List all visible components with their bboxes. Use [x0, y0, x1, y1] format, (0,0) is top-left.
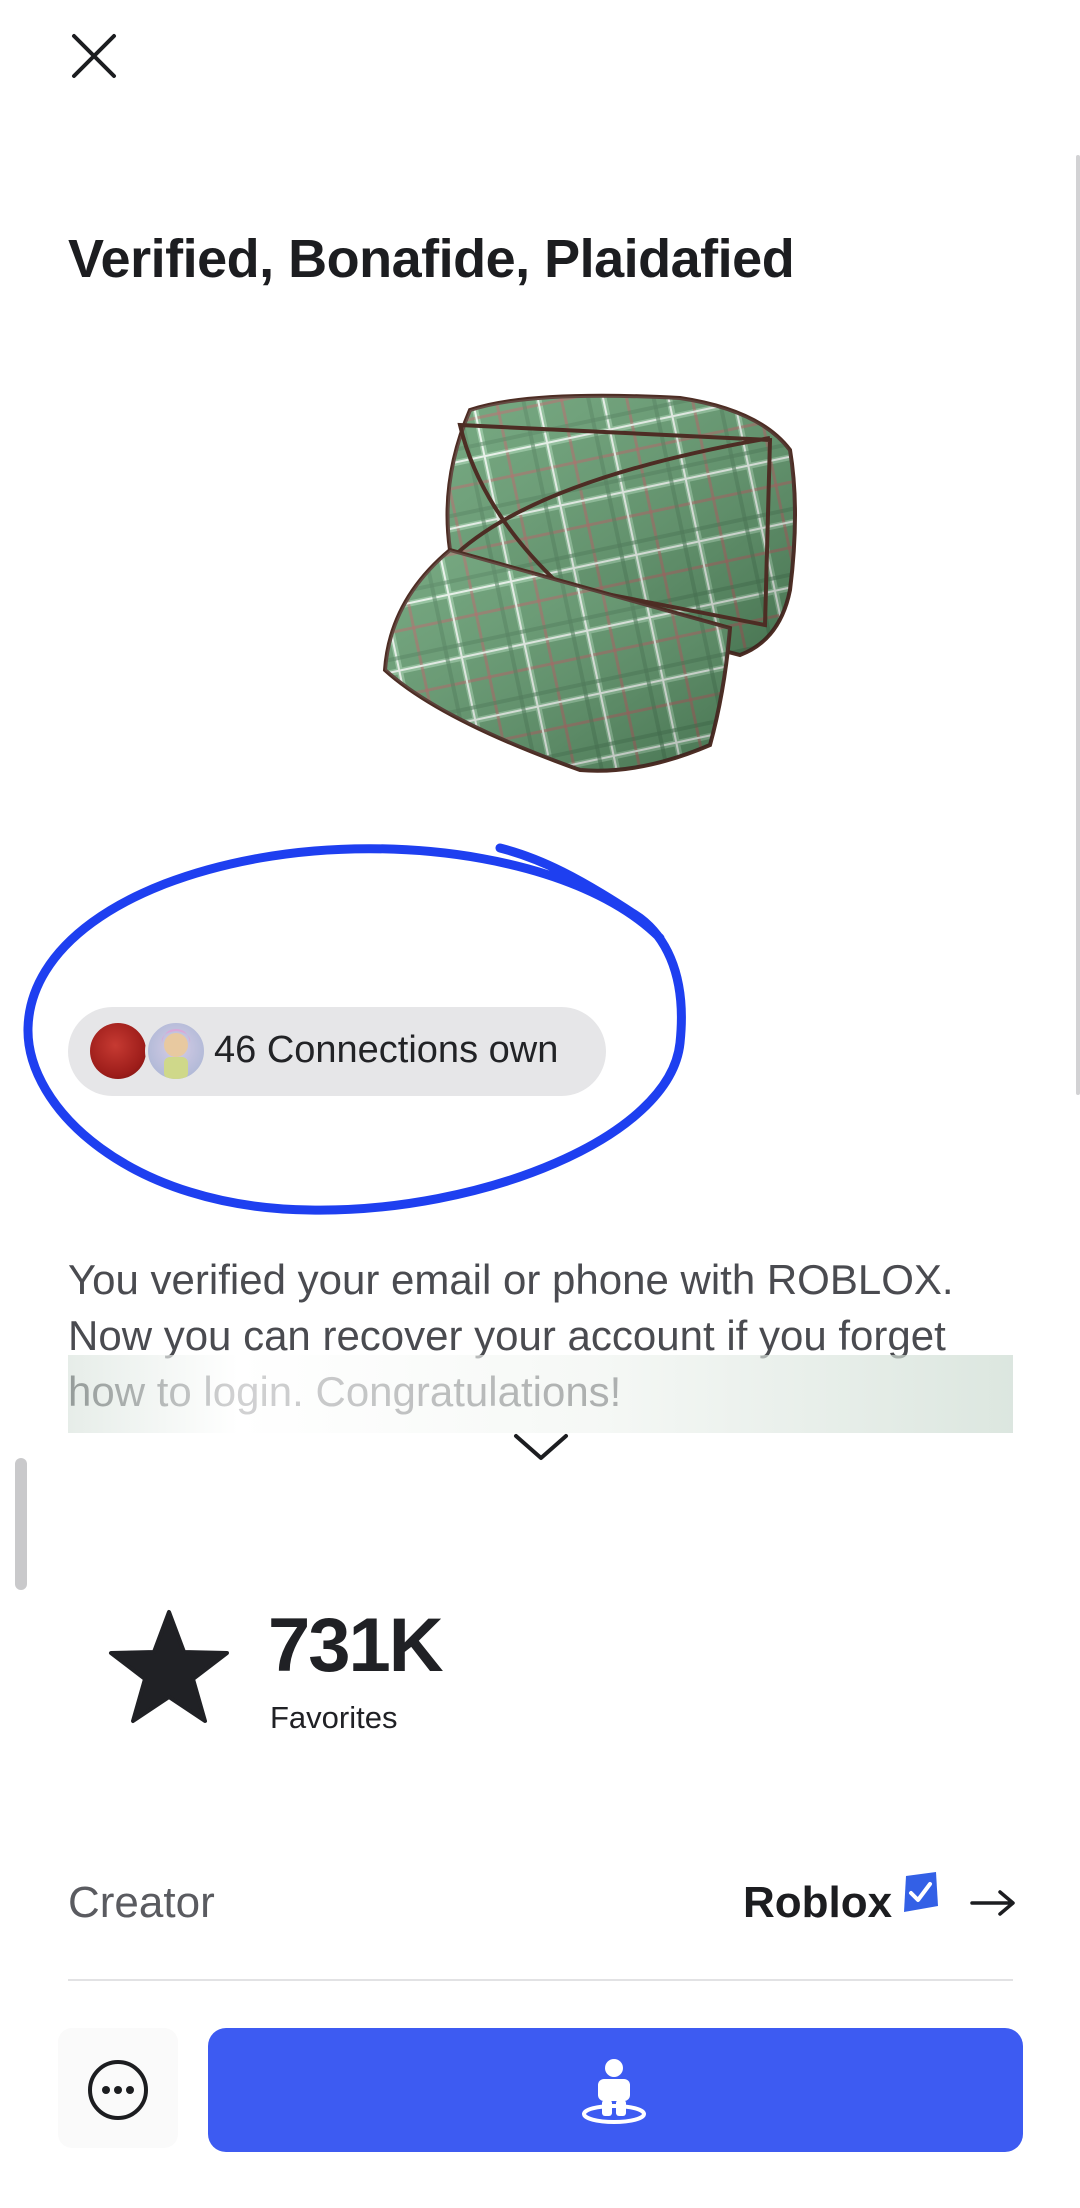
description-fade [68, 1355, 1013, 1433]
favorites-count: 731K [268, 1603, 444, 1688]
more-options-icon [88, 2060, 148, 2120]
arrow-right-icon [970, 1890, 1015, 1916]
try-on-button[interactable] [208, 2028, 1023, 2152]
creator-label: Creator [68, 1878, 215, 1927]
favorites-label: Favorites [270, 1700, 398, 1735]
more-options-button[interactable] [58, 2028, 178, 2148]
connections-own-text: 46 Connections own [214, 1029, 559, 1071]
page-scrollbar[interactable] [1076, 155, 1080, 1095]
creator-link[interactable]: Roblox [740, 1872, 1020, 1942]
verified-badge-icon [904, 1872, 938, 1912]
creator-name: Roblox [743, 1878, 893, 1927]
close-icon [72, 34, 116, 78]
star-icon[interactable] [108, 1608, 230, 1726]
item-title: Verified, Bonafide, Plaidafied [68, 229, 795, 289]
connections-own-pill[interactable]: 46 Connections own [68, 1007, 606, 1096]
scroll-thumb[interactable] [15, 1458, 27, 1590]
chevron-down-icon [514, 1434, 568, 1460]
divider [68, 1979, 1013, 1981]
close-button[interactable] [62, 24, 126, 88]
connection-avatar [90, 1023, 146, 1079]
avatar-try-on-icon [582, 2059, 646, 2124]
connection-avatar [145, 1020, 207, 1082]
expand-description-button[interactable] [510, 1428, 572, 1464]
item-thumbnail [382, 393, 797, 773]
